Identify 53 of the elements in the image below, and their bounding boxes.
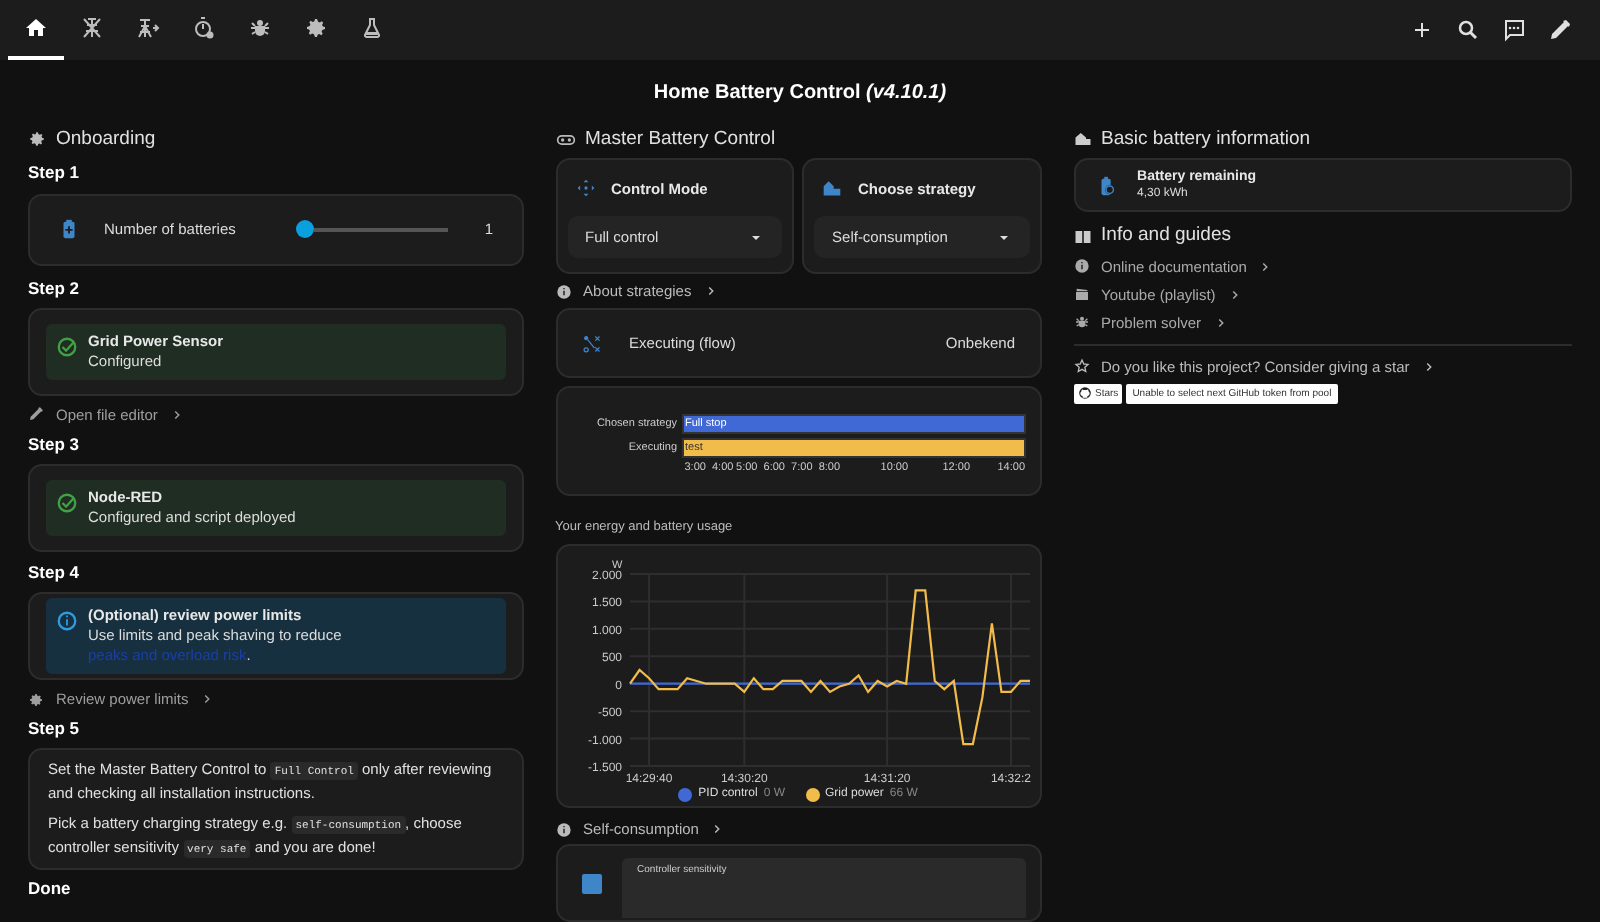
controller-icon <box>555 129 576 150</box>
info-icon <box>1073 258 1090 275</box>
pencil-icon <box>28 406 44 423</box>
chevron-icon <box>703 284 718 299</box>
settings-icon <box>28 691 44 708</box>
book-icon <box>1073 227 1092 246</box>
battery-clock-icon <box>1095 173 1118 198</box>
houses-icon <box>822 178 843 199</box>
chevron-icon <box>710 822 725 837</box>
battery-icon <box>58 216 80 243</box>
check-icon <box>56 335 78 358</box>
step-title: Step 2 <box>28 277 82 298</box>
slider-track <box>314 227 449 232</box>
pencil-icon <box>1547 18 1571 42</box>
bug-icon <box>1073 314 1090 331</box>
timer-icon <box>192 16 216 40</box>
check-icon <box>56 491 78 514</box>
search-icon <box>1455 18 1479 42</box>
chevron-icon <box>1258 259 1273 274</box>
clapperboard-icon <box>1073 286 1090 303</box>
section-heading: Basic battery information <box>1101 128 1311 151</box>
info-icon <box>555 283 572 300</box>
message-icon <box>1501 18 1525 42</box>
step-title: Step 1 <box>28 162 82 184</box>
toolbar-button[interactable] <box>1500 17 1526 43</box>
settings-icon <box>304 16 328 40</box>
chevron-icon <box>200 692 215 707</box>
flow-icon <box>581 333 602 354</box>
star-icon <box>1073 358 1090 375</box>
tower-arrow-icon <box>136 16 160 40</box>
info-icon <box>56 610 78 633</box>
step-title: Step 5 <box>28 718 82 739</box>
house-icon <box>1073 130 1092 149</box>
step-title: Step 3 <box>28 433 82 454</box>
step-title: Step 4 <box>28 561 82 583</box>
section-heading: Onboarding <box>56 128 156 151</box>
section-heading: Master Battery Control <box>585 128 776 151</box>
plus-icon <box>1409 18 1433 42</box>
toolbar-button[interactable] <box>1454 17 1480 43</box>
step-title: Done <box>28 878 73 900</box>
slider-thumb[interactable] <box>296 220 314 239</box>
home-icon <box>24 16 48 40</box>
chevron-icon <box>169 407 184 422</box>
bug-icon <box>248 16 272 40</box>
settings-icon <box>28 130 46 149</box>
info-icon <box>555 821 572 838</box>
flask-icon <box>360 16 384 40</box>
page-title: Home Battery Control (v4.10.1) <box>651 82 949 106</box>
move-arrows-icon <box>575 178 596 199</box>
power-tower-icon <box>80 16 104 40</box>
section-heading: Info and guides <box>1101 224 1231 248</box>
toolbar-button[interactable] <box>1546 17 1572 43</box>
chevron-icon <box>1421 359 1436 374</box>
